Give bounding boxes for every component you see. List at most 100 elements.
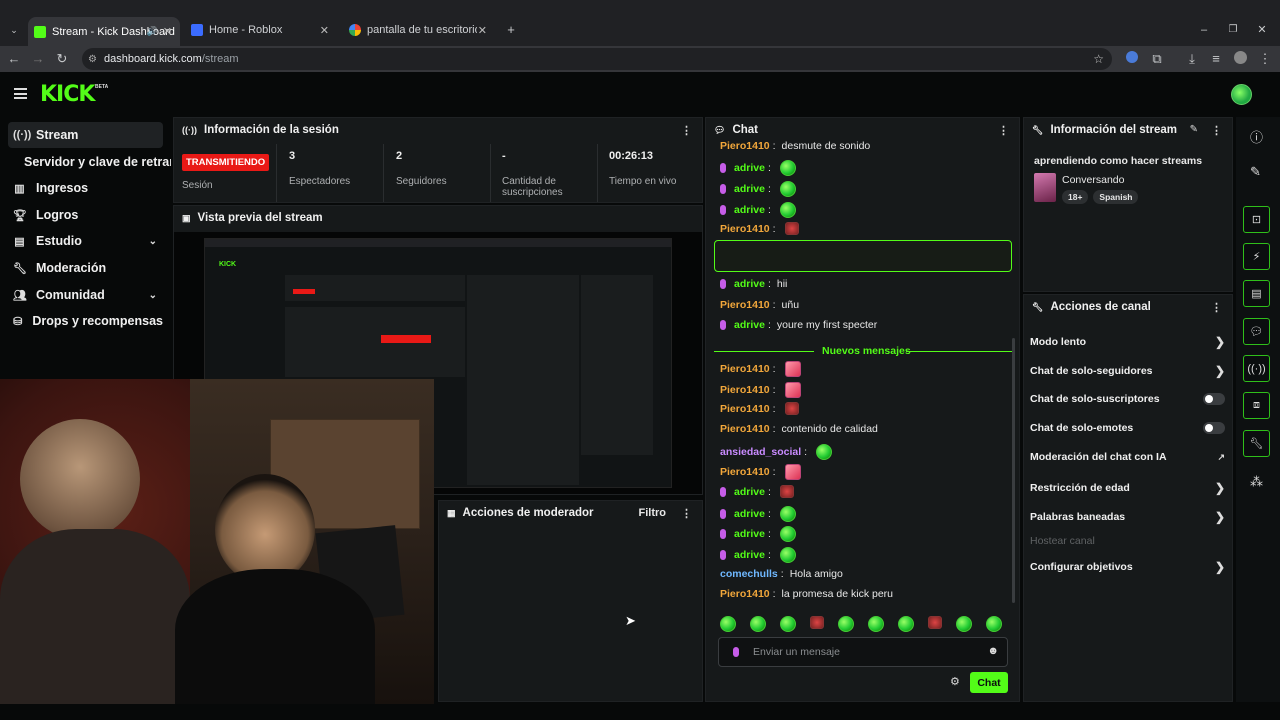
chat-username[interactable]: Piero1410	[720, 384, 770, 396]
emote-icon[interactable]	[750, 616, 766, 632]
chat-username[interactable]: adrive	[734, 508, 765, 520]
subscribers-only-toggle[interactable]	[1203, 393, 1225, 405]
more-options-icon[interactable]: ⋮	[681, 507, 692, 520]
sidebar-item-estudio[interactable]: ▤ Estudio ⌄	[8, 228, 163, 254]
edit-pencil-icon[interactable]: ✎	[1190, 124, 1198, 135]
emote-icon[interactable]	[810, 616, 824, 629]
chat-username[interactable]: adrive	[734, 162, 765, 174]
notes-tool-icon[interactable]: ▤	[1243, 280, 1270, 307]
emotes-only-toggle[interactable]	[1203, 422, 1225, 434]
tab-search-icon[interactable]: ⌄	[6, 22, 22, 38]
minimize-icon[interactable]: –	[1196, 22, 1212, 38]
reload-icon[interactable]: ↻	[54, 51, 70, 67]
sidebar-item-label: Drops y recompensas	[32, 314, 163, 328]
chat-username[interactable]: Piero1410	[720, 423, 770, 435]
chat-username[interactable]: Piero1410	[720, 223, 770, 235]
profile-icon[interactable]	[1232, 51, 1248, 68]
close-tab-icon[interactable]: ✕	[163, 25, 172, 38]
extensions-puzzle-icon[interactable]: ⧉	[1149, 51, 1165, 67]
chat-username[interactable]: adrive	[734, 183, 765, 195]
chat-username[interactable]: adrive	[734, 549, 765, 561]
action-configure-goals[interactable]: Configurar objetivos ❯	[1030, 560, 1225, 574]
chat-tool-icon[interactable]: 💬︎	[1243, 318, 1270, 345]
emote-icon[interactable]	[956, 616, 972, 632]
bookmark-star-icon[interactable]: ☆	[1093, 52, 1104, 66]
beta-badge: BETA	[95, 84, 109, 90]
site-info-icon[interactable]: ⚙	[88, 54, 97, 65]
forward-icon[interactable]: →	[30, 51, 46, 67]
tab-kick-dashboard[interactable]: Stream - Kick Dashboard 🔊 ✕	[28, 17, 180, 46]
sidebar-item-stream[interactable]: ((·)) Stream	[8, 122, 163, 148]
close-window-icon[interactable]: ✕	[1254, 22, 1270, 38]
chat-username[interactable]: Piero1410	[720, 299, 770, 311]
sidebar-item-moderacion[interactable]: 🔧︎ Moderación	[8, 255, 163, 281]
panel-title: ((·)) Información de la sesión	[182, 124, 339, 136]
kick-logo[interactable]: KICK	[40, 82, 95, 107]
chat-username[interactable]: Piero1410	[720, 466, 770, 478]
emote-icon[interactable]	[986, 616, 1002, 632]
chat-username[interactable]: adrive	[734, 486, 765, 498]
tab-google[interactable]: pantalla de tu escritorio en obs ✕	[343, 18, 495, 42]
info-icon[interactable]: ⓘ	[1250, 127, 1263, 146]
back-icon[interactable]: ←	[6, 51, 22, 67]
filter-button[interactable]: Filtro	[639, 507, 667, 519]
hamburger-menu-icon[interactable]	[14, 88, 27, 99]
chat-username[interactable]: adrive	[734, 319, 765, 331]
emote-icon[interactable]	[898, 616, 914, 632]
more-options-icon[interactable]: ⋮	[998, 124, 1009, 137]
chat-username[interactable]: comechulls	[720, 568, 778, 580]
user-avatar[interactable]	[1231, 84, 1252, 105]
action-age-restriction[interactable]: Restricción de edad ❯	[1030, 481, 1225, 495]
capture-tool-icon[interactable]: ⊡	[1243, 206, 1270, 233]
sidebar-item-logros[interactable]: 🏆︎ Logros	[8, 202, 163, 228]
close-tab-icon[interactable]: ✕	[478, 24, 487, 37]
emote-icon[interactable]	[838, 616, 854, 632]
more-options-icon[interactable]: ⋮	[681, 124, 692, 137]
action-banned-words[interactable]: Palabras baneadas ❯	[1030, 510, 1225, 524]
panel-title: 💬︎ Chat	[714, 124, 758, 136]
emote-icon[interactable]	[868, 616, 884, 632]
sidebar-item-ingresos[interactable]: ▥ Ingresos	[8, 175, 163, 201]
chat-colon: :	[767, 162, 771, 174]
wrench-tool-icon[interactable]: 🔧︎	[1243, 430, 1270, 457]
browser-menu-icon[interactable]: ⋮	[1257, 51, 1273, 67]
action-ai-moderation[interactable]: Moderación del chat con IA ↗	[1030, 451, 1225, 463]
chat-username[interactable]: adrive	[734, 528, 765, 540]
chat-settings-gear-icon[interactable]: ⚙	[950, 675, 960, 688]
tab-roblox[interactable]: Home - Roblox ✕	[185, 18, 337, 42]
download-icon[interactable]: ⤓	[1184, 51, 1200, 67]
chat-username[interactable]: adrive	[734, 278, 765, 290]
sidebar-item-drops[interactable]: ⛁ Drops y recompensas	[8, 308, 163, 334]
more-options-icon[interactable]: ⋮	[1211, 301, 1222, 314]
send-chat-button[interactable]: Chat	[970, 672, 1008, 693]
address-bar[interactable]: ⚙ dashboard.kick.com/stream ☆	[82, 48, 1112, 70]
layout-tool-icon[interactable]: ⧈	[1243, 392, 1270, 419]
action-followers-only[interactable]: Chat de solo-seguidores ❯	[1030, 364, 1225, 378]
extension-icon[interactable]	[1124, 51, 1140, 67]
chat-username[interactable]: ansiedad_social	[720, 446, 801, 458]
action-slow-mode[interactable]: Modo lento ❯	[1030, 335, 1225, 349]
chat-input[interactable]: Enviar un mensaje ☻	[718, 637, 1008, 667]
emoji-icon[interactable]: ☻	[987, 645, 999, 657]
emote-icon[interactable]	[780, 616, 796, 632]
chat-scrollbar[interactable]	[1012, 338, 1015, 603]
media-control-icon[interactable]: ≡	[1208, 51, 1224, 67]
lightning-tool-icon[interactable]: ⚡︎	[1243, 243, 1270, 270]
chat-username[interactable]: Piero1410	[720, 588, 770, 600]
emote-icon[interactable]	[720, 616, 736, 632]
maximize-icon[interactable]: ❐	[1225, 22, 1241, 38]
more-options-icon[interactable]: ⋮	[1211, 124, 1222, 137]
edit-pencil-icon[interactable]: ✎	[1250, 164, 1261, 180]
new-tab-icon[interactable]: +	[503, 22, 519, 38]
chat-username[interactable]: Piero1410	[720, 140, 770, 152]
chat-username[interactable]: adrive	[734, 204, 765, 216]
broadcast-tool-icon[interactable]: ((·))	[1243, 355, 1270, 382]
sidebar-item-stream-key[interactable]: Servidor y clave de retransmisión	[8, 149, 171, 175]
emote-icon[interactable]	[928, 616, 942, 629]
close-tab-icon[interactable]: ✕	[320, 24, 329, 37]
chat-username[interactable]: Piero1410	[720, 363, 770, 375]
chat-username[interactable]: Piero1410	[720, 403, 770, 415]
sidebar-item-comunidad[interactable]: 👥︎ Comunidad ⌄	[8, 282, 163, 308]
chat-message-list[interactable]: Piero1410: desmute de sonido adrive: adrive…	[706, 140, 1019, 610]
shapes-tool-icon[interactable]: ⁂	[1250, 474, 1263, 490]
